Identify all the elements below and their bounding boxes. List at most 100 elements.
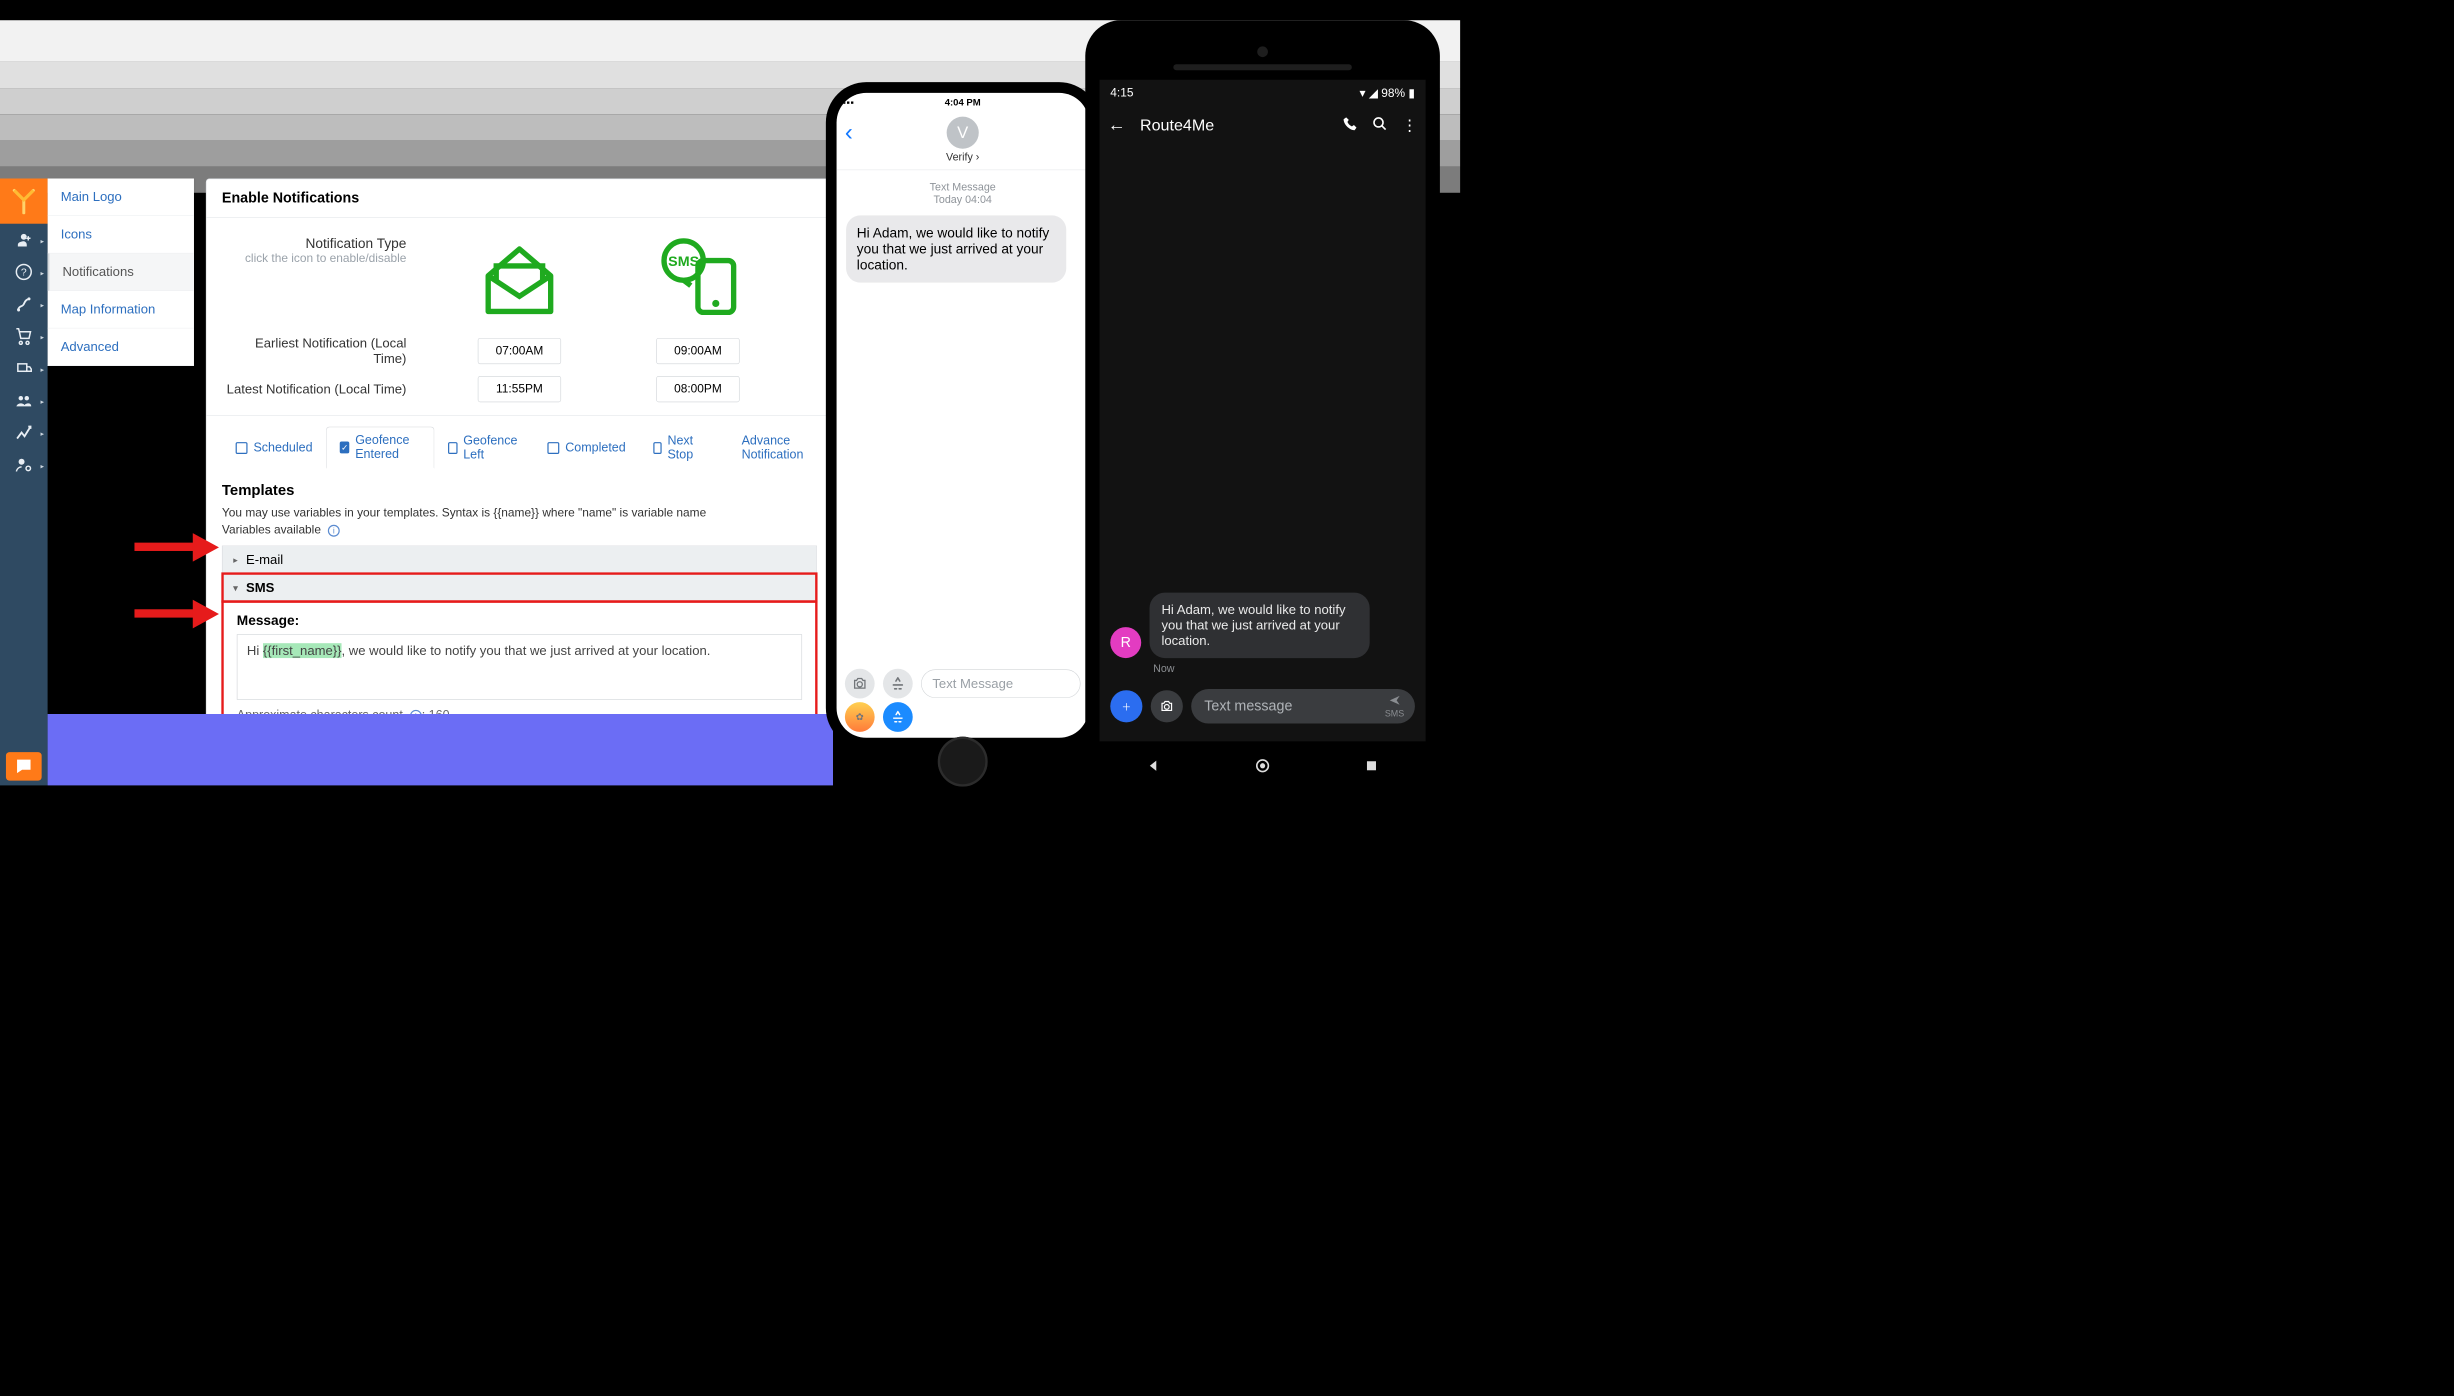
- email-latest-input[interactable]: [478, 376, 561, 402]
- menu-notifications[interactable]: Notifications: [48, 253, 194, 290]
- msg-text: Hi: [247, 643, 263, 658]
- accordion-label: SMS: [246, 580, 274, 595]
- contact-name[interactable]: Verify ›: [946, 151, 979, 163]
- nav-shipments[interactable]: ▸: [0, 352, 48, 384]
- thread-label: Text Message: [846, 181, 1079, 193]
- message-input[interactable]: Text Message: [921, 669, 1080, 698]
- menu-main-logo[interactable]: Main Logo: [48, 179, 194, 216]
- contact-avatar[interactable]: V: [947, 117, 979, 149]
- menu-icons[interactable]: Icons: [48, 216, 194, 253]
- camera-button[interactable]: [1151, 690, 1183, 722]
- tab-advance-notification[interactable]: Advance Notification: [728, 427, 832, 469]
- msg-text: , we would like to notify you that we ju…: [342, 643, 711, 658]
- message-input[interactable]: Text message SMS: [1191, 689, 1415, 724]
- system-nav-bar: [1100, 752, 1426, 782]
- email-channel-toggle[interactable]: [430, 236, 609, 325]
- latest-row: Latest Notification (Local Time): [206, 371, 832, 407]
- tab-label: Next Stop: [667, 433, 702, 462]
- variables-available: Variables available i: [222, 524, 817, 538]
- incoming-sms-bubble[interactable]: Hi Adam, we would like to notify you tha…: [846, 215, 1066, 282]
- sms-earliest-input[interactable]: [656, 338, 739, 364]
- send-button[interactable]: SMS: [1385, 694, 1404, 718]
- timestamp-now: Now: [1153, 662, 1174, 674]
- caret-icon: ▸: [40, 269, 44, 277]
- back-chevron-icon[interactable]: ‹: [845, 119, 853, 146]
- tab-next-stop[interactable]: Next Stop: [639, 427, 716, 469]
- sms-latest-input[interactable]: [656, 376, 739, 402]
- search-icon[interactable]: [1372, 116, 1387, 134]
- checkbox-icon: [653, 442, 661, 454]
- sms-message-input[interactable]: Hi {{first_name}}, we would like to noti…: [237, 634, 802, 699]
- vars-label: Variables available: [222, 524, 321, 537]
- sms-channel-toggle[interactable]: SMS: [609, 236, 788, 325]
- message-label: Message:: [237, 612, 802, 628]
- app-toolbar: ← Route4Me ⋮: [1100, 106, 1426, 144]
- nav-users[interactable]: ▸: [0, 224, 48, 256]
- tab-geofence-entered[interactable]: Geofence Entered: [326, 427, 434, 469]
- notification-type-row: Notification Type click the icon to enab…: [206, 218, 832, 331]
- nav-chat[interactable]: [6, 752, 42, 781]
- user-plus-icon: [15, 231, 33, 249]
- chat-icon: [14, 756, 34, 776]
- app-logo[interactable]: [0, 179, 48, 224]
- iphone-screen: ▪▪▪ 4:04 PM ‹ V Verify › Text Message To…: [837, 93, 1089, 738]
- thread-timestamp: Text Message Today 04:04: [846, 181, 1079, 206]
- help-circle-icon: ?: [15, 263, 33, 281]
- photos-app-icon[interactable]: ✿: [845, 702, 875, 732]
- route-icon: [15, 295, 33, 313]
- nav-help[interactable]: ? ▸: [0, 256, 48, 288]
- tab-scheduled[interactable]: Scheduled: [222, 427, 326, 469]
- appstore-app-icon[interactable]: [883, 702, 913, 732]
- add-attachment-button[interactable]: ＋: [1110, 690, 1142, 722]
- status-bar: 4:15 ▾ ◢ 98% ▮: [1100, 80, 1426, 106]
- tab-label: Advance Notification: [742, 433, 819, 462]
- tab-completed[interactable]: Completed: [534, 427, 640, 469]
- accordion-label: E-mail: [246, 552, 283, 567]
- info-icon[interactable]: i: [328, 525, 340, 537]
- home-button[interactable]: [938, 737, 988, 787]
- incoming-sms-bubble[interactable]: Hi Adam, we would like to notify you tha…: [1150, 593, 1370, 658]
- contact-name-text: Verify: [946, 151, 973, 163]
- primary-sidebar: ▸ ? ▸ ▸ ▸ ▸ ▸ ▸ ▸: [0, 179, 48, 786]
- nav-orders[interactable]: ▸: [0, 320, 48, 352]
- email-earliest-input[interactable]: [478, 338, 561, 364]
- message-header: ‹ V Verify ›: [837, 113, 1089, 170]
- iphone-mock: ▪▪▪ 4:04 PM ‹ V Verify › Text Message To…: [826, 82, 1100, 748]
- svg-text:?: ?: [21, 268, 27, 279]
- overflow-menu-icon[interactable]: ⋮: [1402, 116, 1417, 134]
- nav-analytics[interactable]: ▸: [0, 417, 48, 449]
- battery-icon: ▮: [1408, 87, 1415, 100]
- back-arrow-icon[interactable]: ←: [1108, 115, 1126, 135]
- tab-label: Completed: [565, 441, 625, 455]
- template-variable: {{first_name}}: [263, 643, 342, 658]
- type-hint: click the icon to enable/disable: [222, 252, 406, 266]
- accordion-sms-head[interactable]: ▾ SMS: [223, 574, 817, 602]
- accordion-email-head[interactable]: ▸ E-mail: [223, 546, 817, 573]
- nav-recents-icon[interactable]: [1364, 758, 1379, 776]
- camera-icon[interactable]: [845, 669, 875, 699]
- signal-icon: ▪▪▪: [843, 98, 855, 109]
- checkbox-icon: [340, 441, 349, 453]
- phone-speaker: [1173, 64, 1352, 70]
- nav-team[interactable]: ▸: [0, 384, 48, 416]
- panel-title: Enable Notifications: [206, 179, 832, 218]
- nav-back-icon[interactable]: [1146, 758, 1161, 776]
- appstore-icon[interactable]: [883, 669, 913, 699]
- signal-icon: ◢: [1369, 87, 1378, 100]
- nav-routes[interactable]: ▸: [0, 288, 48, 320]
- app-rail: ✿: [837, 700, 1089, 735]
- menu-advanced[interactable]: Advanced: [48, 328, 194, 365]
- routes-logo-icon: [11, 188, 37, 214]
- templates-heading: Templates: [222, 482, 817, 499]
- menu-map-information[interactable]: Map Information: [48, 291, 194, 328]
- contact-avatar[interactable]: R: [1110, 627, 1141, 658]
- thread-time: Today 04:04: [846, 193, 1079, 205]
- android-screen: 4:15 ▾ ◢ 98% ▮ ← Route4Me ⋮ R Hi Adam, w…: [1100, 80, 1426, 742]
- app-title: Route4Me: [1140, 116, 1328, 134]
- shipment-icon: [15, 359, 33, 377]
- phone-call-icon[interactable]: [1342, 116, 1357, 134]
- nav-home-icon[interactable]: [1255, 758, 1270, 776]
- nav-settings-users[interactable]: ▸: [0, 449, 48, 481]
- battery-level: 98%: [1381, 87, 1405, 100]
- tab-geofence-left[interactable]: Geofence Left: [434, 427, 533, 469]
